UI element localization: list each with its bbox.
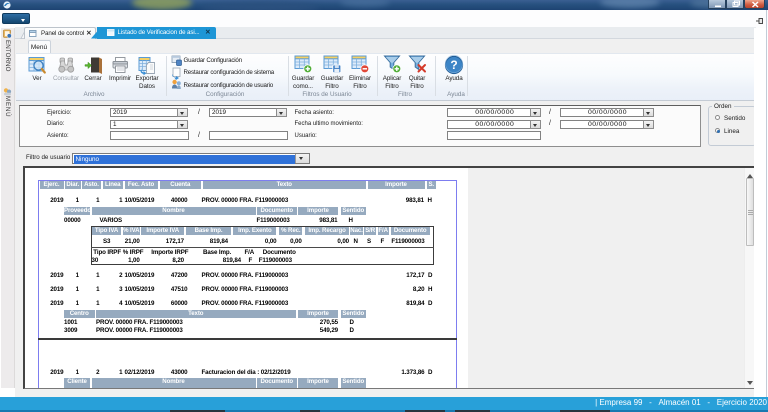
svg-text:?: ? [450, 58, 457, 72]
